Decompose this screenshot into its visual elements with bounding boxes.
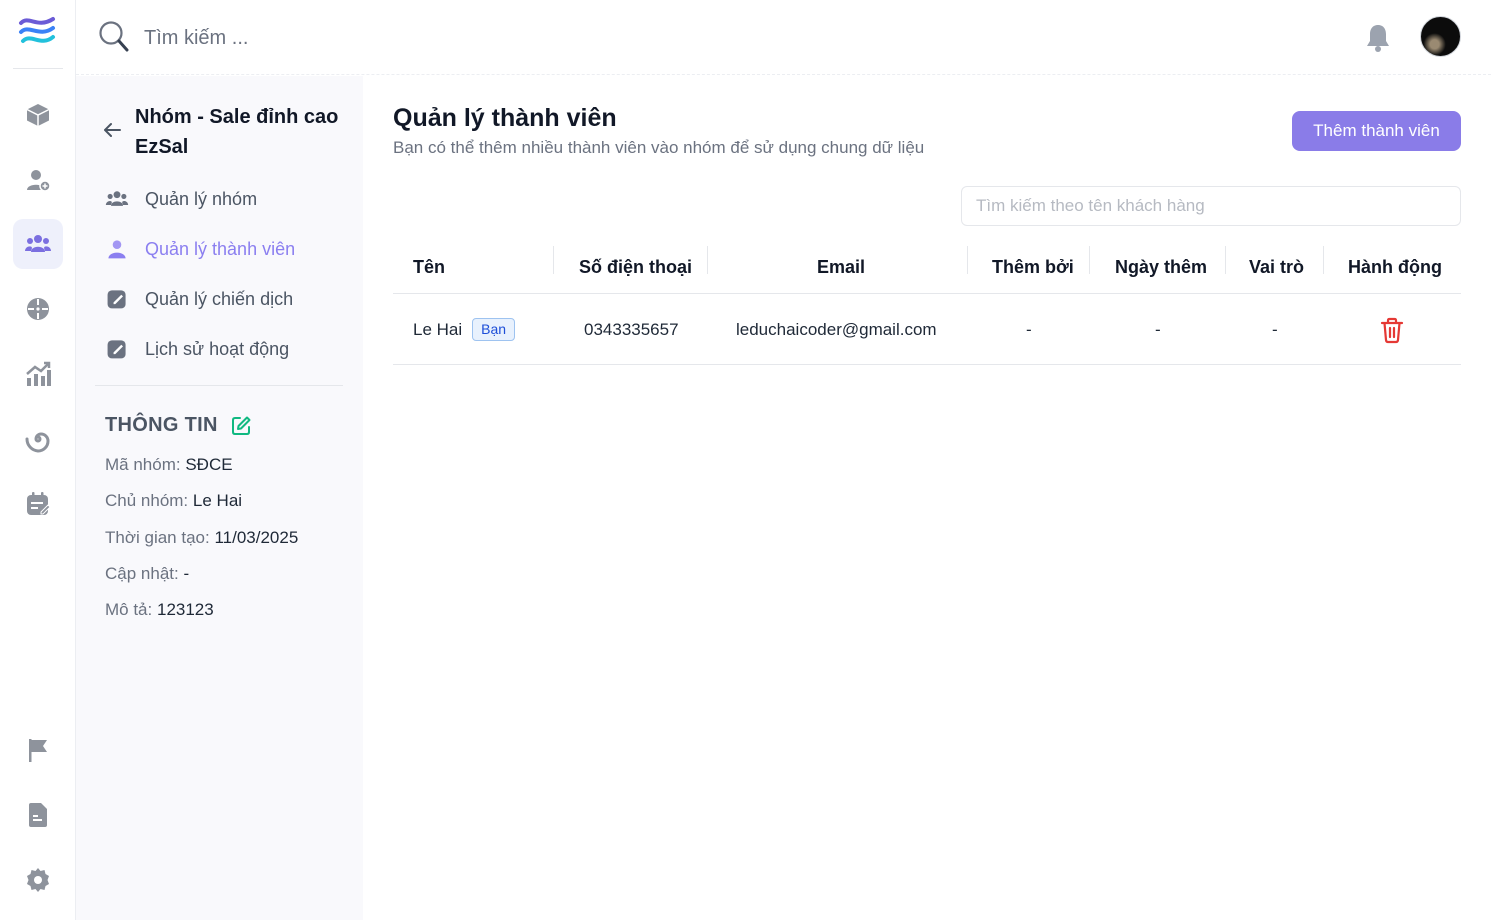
global-search-input[interactable] [144,22,544,54]
cell-email: leduchaicoder@gmail.com [736,319,937,339]
table-row: Le Hai Bạn 0343335657 leduchaicoder@gmai… [393,294,1461,365]
info-value: 123123 [156,600,214,619]
column-separator [1225,246,1226,274]
cell-role: - [1272,319,1278,339]
trash-icon[interactable] [1378,316,1406,344]
nav-item-label: Lịch sử hoạt động [145,338,290,359]
edit-icon [104,286,130,312]
column-separator [967,246,968,274]
info-label: Thời gian tạo: [105,528,210,547]
column-header-email[interactable]: Email [817,241,865,294]
add-member-button[interactable]: Thêm thành viên [1292,111,1461,151]
users-icon [25,235,51,252]
column-header-name[interactable]: Tên [413,241,445,294]
calendar-edit-icon [27,492,51,515]
rail-item-tasks[interactable] [13,479,63,529]
rail-item-integrations[interactable] [13,414,63,464]
column-header-actions: Hành động [1348,257,1442,277]
info-row-created-at: Thời gian tạo: 11/03/2025 [105,528,298,548]
user-avatar[interactable] [1420,16,1461,57]
nav-item-group-management[interactable]: Quản lý nhóm [104,182,257,216]
rail-item-flags[interactable] [13,725,63,775]
sidebar-divider [95,385,343,386]
users-icon [104,186,130,212]
search-icon [99,21,129,52]
rail-item-targets[interactable] [13,284,63,334]
cell-added-by: - [1026,319,1032,339]
info-row-group-code: Mã nhóm: SĐCE [105,455,233,475]
flag-icon [29,739,47,762]
rail-item-settings[interactable] [13,855,63,905]
rail-item-reports[interactable] [13,349,63,399]
info-section-title: THÔNG TIN [105,414,252,437]
chart-icon [26,361,51,386]
cube-icon [26,104,50,126]
cell-phone: 0343335657 [584,319,679,339]
gear-icon [27,868,49,892]
info-row-updated-at: Cập nhật: - [105,564,189,584]
member-search-input[interactable] [961,186,1461,226]
page-subtitle: Bạn có thể thêm nhiều thành viên vào nhó… [393,138,925,157]
nav-item-campaign-management[interactable]: Quản lý chiến dịch [104,282,293,316]
nav-item-label: Quản lý nhóm [145,188,258,209]
rail-item-documents[interactable] [13,790,63,840]
top-bar [76,0,1491,75]
rail-divider [13,68,63,69]
column-header-added-by[interactable]: Thêm bởi [992,241,1074,294]
you-badge: Bạn [472,318,516,341]
main-content: Quản lý thành viên Bạn có thể thêm nhiều… [363,76,1491,920]
nav-item-member-management[interactable]: Quản lý thành viên [104,232,295,266]
column-separator [707,246,708,274]
info-value: - [183,564,190,583]
page-title: Quản lý thành viên [393,104,617,132]
user-icon [104,236,130,262]
arrow-left-icon[interactable] [102,120,122,140]
column-header-phone[interactable]: Số điện thoại [579,241,692,294]
member-name: Le Hai [413,319,463,339]
cell-added-date: - [1155,319,1161,339]
crosshair-icon [27,298,49,320]
cell-actions [1378,294,1406,365]
info-title-text: THÔNG TIN [105,414,218,436]
column-header-added-date[interactable]: Ngày thêm [1115,241,1207,294]
group-sidebar: Nhóm - Sale đỉnh cao EzSal Quản lý nhóm … [76,76,363,920]
column-separator [553,246,554,274]
column-separator [1089,246,1090,274]
pencil-square-icon[interactable] [230,415,252,437]
info-value: 11/03/2025 [214,528,299,547]
rail-item-products[interactable] [13,90,63,140]
info-label: Mã nhóm: [105,455,181,474]
info-value: SĐCE [185,455,233,474]
table-header: Tên Số điện thoại Email Thêm bởi Ngày th… [393,241,1461,294]
nav-item-label: Quản lý chiến dịch [145,288,294,309]
edit-icon [104,336,130,362]
info-row-owner: Chủ nhóm: Le Hai [105,491,242,511]
cell-name: Le Hai Bạn [413,294,516,365]
bell-icon[interactable] [1364,22,1392,54]
rail-item-customers[interactable] [13,155,63,205]
nav-item-label: Quản lý thành viên [145,238,296,259]
spiral-icon [25,432,50,453]
group-title: Nhóm - Sale đỉnh cao EzSal [135,106,339,158]
info-label: Cập nhật: [105,564,179,583]
members-table: Tên Số điện thoại Email Thêm bởi Ngày th… [393,241,1461,365]
info-label: Chủ nhóm: [105,491,189,510]
nav-item-activity-history[interactable]: Lịch sử hoạt động [104,332,289,366]
info-row-description: Mô tả: 123123 [105,600,214,620]
info-label: Mô tả: [105,600,153,619]
column-separator [1323,246,1324,274]
column-header-role[interactable]: Vai trò [1249,241,1304,294]
document-icon [29,803,47,827]
rail-item-groups[interactable] [13,219,63,269]
icon-rail [0,0,76,920]
app-logo[interactable] [17,13,57,49]
user-add-icon [27,170,51,192]
info-value: Le Hai [192,491,243,510]
